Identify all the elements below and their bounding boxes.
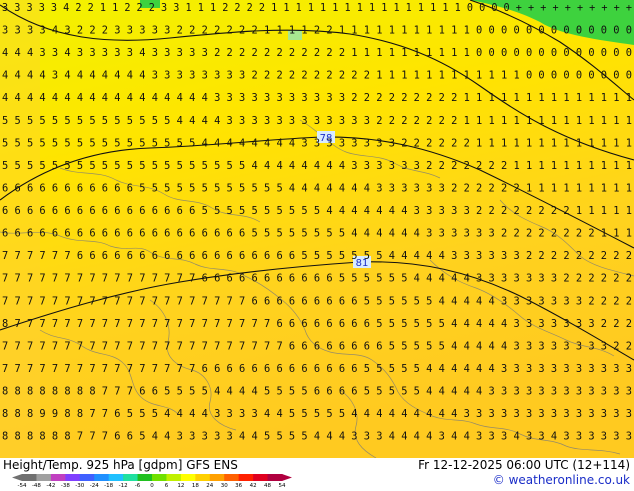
colorbar-tick-label: 42 <box>249 483 257 489</box>
map-title: Height/Temp. 925 hPa [gdpm] GFS ENS <box>3 458 238 472</box>
colorbar-tick-label: 30 <box>220 483 228 489</box>
temperature-grid-row: 4 4 4 4 3 4 4 4 4 4 4 4 3 3 3 3 3 3 3 3 … <box>2 70 632 82</box>
weather-map: 78 81 3 3 3 3 3 4 2 2 1 1 2 2 2 3 3 1 1 … <box>0 0 634 458</box>
colorbar-segment <box>50 474 66 481</box>
colorbar-segment <box>137 474 153 481</box>
temperature-grid-row: 5 5 5 5 5 5 5 5 5 5 5 5 5 5 5 5 4 4 4 4 … <box>2 137 632 149</box>
colorbar-tick-label: 6 <box>164 483 169 489</box>
colorbar-tick-label: -18 <box>104 483 114 489</box>
temperature-grid-row: 8 8 8 8 8 8 8 8 7 7 7 6 6 5 5 5 5 4 4 4 … <box>2 386 632 398</box>
colorbar-tick-label: -12 <box>118 483 128 489</box>
colorbar-tick-label: 36 <box>235 483 243 489</box>
colorbar-arrow-right <box>282 474 292 481</box>
colorbar-tick-label: 18 <box>191 483 199 489</box>
colorbar-tick-label: -6 <box>134 483 141 489</box>
colorbar-arrow-left <box>12 474 22 481</box>
colorbar-tick-label: -48 <box>31 483 41 489</box>
map-canvas: 78 81 3 3 3 3 3 4 2 2 1 1 2 2 2 3 3 1 1 … <box>0 0 634 458</box>
colorbar-segment <box>238 474 254 481</box>
colorbar-tick-label: 0 <box>150 483 154 489</box>
valid-datetime: Fr 12-12-2025 06:00 UTC (12+114) <box>418 458 630 472</box>
colorbar-segment <box>195 474 211 481</box>
temperature-grid-row: 7 7 7 7 7 7 7 7 7 7 7 7 7 7 7 7 6 6 6 6 … <box>2 273 632 285</box>
colorbar-segment <box>267 474 283 481</box>
temperature-grid-row: 3 3 3 3 3 4 2 2 1 1 2 2 2 3 3 1 1 1 2 2 … <box>2 2 632 14</box>
temperature-grid-row: 4 4 4 4 4 4 4 4 4 4 4 4 4 4 4 4 4 3 3 3 … <box>2 92 632 104</box>
colorbar-segment <box>94 474 110 481</box>
colorbar-segment <box>253 474 269 481</box>
colorbar-tick-label: 54 <box>278 483 286 489</box>
colorbar-segment <box>152 474 167 481</box>
colorbar-segment <box>166 474 182 481</box>
colorbar-segment <box>224 474 240 481</box>
colorbar-segment <box>22 474 37 481</box>
colorbar-tick-label: -38 <box>60 483 70 489</box>
colorbar-tick-label: 48 <box>264 483 272 489</box>
temperature-grid-row: 8 8 8 8 8 8 7 7 7 6 6 5 4 4 3 3 3 3 3 4 … <box>2 431 632 443</box>
temperature-grid-row: 4 4 4 3 3 4 3 3 3 3 3 4 3 3 3 3 3 2 2 2 … <box>2 47 632 59</box>
colorbar-tick-label: -54 <box>17 483 27 489</box>
colorbar-segment <box>65 474 81 481</box>
credit-link[interactable]: © weatheronline.co.uk <box>493 473 630 487</box>
colorbar-tick-label: -42 <box>46 483 56 489</box>
temperature-grid-row: 6 6 6 6 6 6 6 6 6 6 6 6 6 6 6 6 6 6 6 6 … <box>2 228 632 240</box>
temperature-grid-row: 5 5 5 5 5 5 5 5 5 5 5 5 5 5 4 4 4 4 3 3 … <box>2 115 632 127</box>
colorbar-tick-label: 24 <box>206 483 214 489</box>
colorbar-segment <box>36 474 52 481</box>
colorbar-segment <box>108 474 124 481</box>
colorbar-segment <box>209 474 225 481</box>
colorbar-tick-label: -30 <box>75 483 85 489</box>
colorbar-tick-label: -24 <box>89 483 99 489</box>
temperature-grid-row: 6 6 6 6 6 6 6 6 6 6 6 5 5 5 5 5 5 5 5 5 … <box>2 182 632 194</box>
map-footer: Height/Temp. 925 hPa [gdpm] GFS ENS Fr 1… <box>0 458 634 490</box>
temperature-grid-row: 8 7 7 7 7 7 7 7 7 7 7 7 7 7 7 7 7 7 7 7 … <box>2 318 632 330</box>
colorbar-segment <box>79 474 95 481</box>
temperature-grid-row: 7 7 7 7 7 7 6 6 6 6 6 6 6 6 6 6 6 6 6 6 … <box>2 250 632 262</box>
temperature-grid-row: 7 7 7 7 7 7 7 7 7 7 7 7 7 7 7 7 6 6 6 6 … <box>2 363 632 375</box>
temperature-grid-row: 7 7 7 7 7 7 7 7 7 7 7 7 7 7 7 7 7 7 7 7 … <box>2 340 632 352</box>
temperature-grid-row: 8 8 8 9 9 8 8 7 7 6 5 5 5 4 4 4 4 3 3 3 … <box>2 408 632 420</box>
colorbar-segment <box>180 474 196 481</box>
temperature-grid-row: 6 6 6 6 6 6 6 6 6 6 6 6 6 6 6 6 5 5 5 5 … <box>2 205 632 217</box>
temperature-grid-row: 3 3 3 3 4 3 2 2 2 3 3 3 3 3 2 2 2 2 2 2 … <box>2 25 632 37</box>
colorbar <box>12 474 292 481</box>
colorbar-tick-label: 12 <box>177 483 185 489</box>
temperature-grid-row: 7 7 7 7 7 7 7 7 7 7 7 7 7 7 7 7 7 7 7 7 … <box>2 295 632 307</box>
colorbar-segment <box>123 474 139 481</box>
temperature-grid-row: 5 5 5 5 5 5 5 5 5 5 5 5 5 5 5 5 5 5 5 5 … <box>2 160 632 172</box>
